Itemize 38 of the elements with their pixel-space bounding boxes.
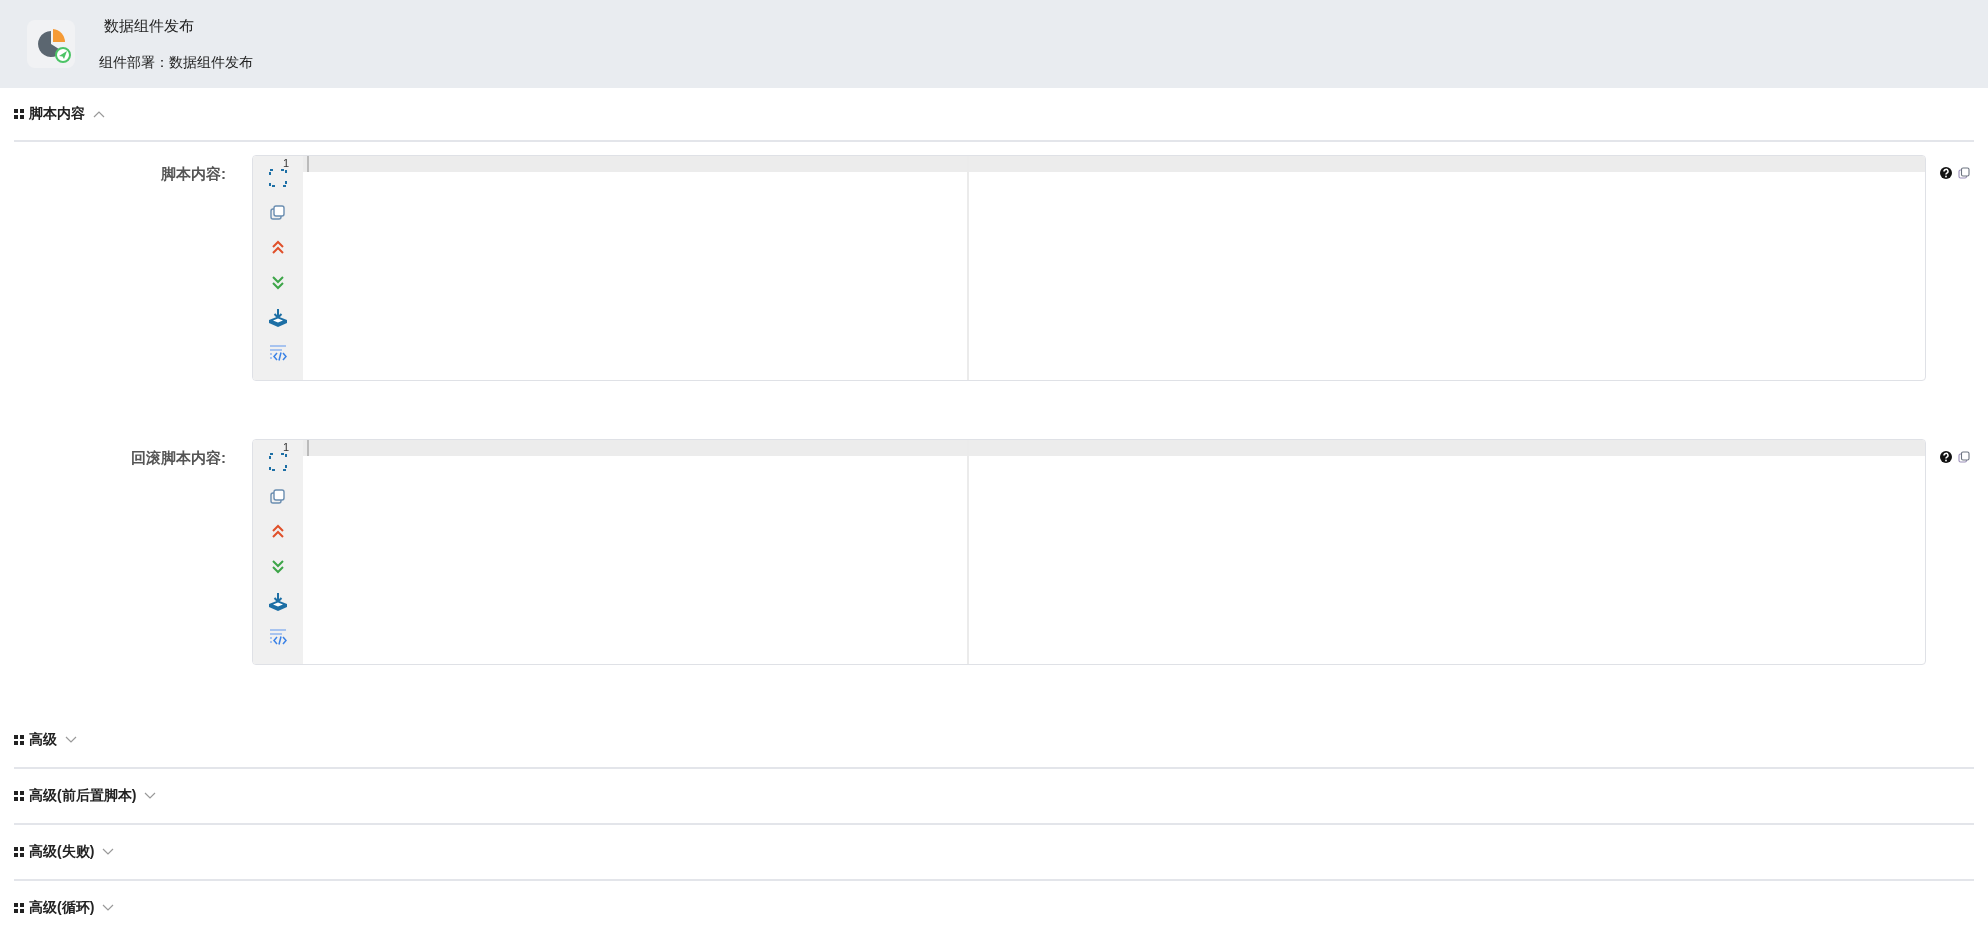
chevron-down-icon[interactable] (65, 736, 77, 744)
section-title[interactable]: 高级(失败) (29, 843, 95, 861)
text-cursor (307, 156, 309, 172)
grid-icon (14, 109, 24, 119)
section-title[interactable]: 高级(循环) (29, 899, 95, 917)
page-subtitle: 组件部署：数据组件发布 (99, 53, 253, 72)
line-number: 1 (282, 156, 289, 170)
field-label: 脚本内容: (160, 164, 227, 184)
format-code-icon[interactable] (268, 627, 288, 647)
chevron-down-icon[interactable] (102, 904, 115, 912)
help-icon[interactable] (1940, 167, 1952, 179)
chevron-down-icon[interactable] (144, 792, 157, 800)
download-icon[interactable] (268, 308, 288, 328)
field-label: 回滚脚本内容: (130, 448, 227, 468)
grid-icon (14, 847, 24, 857)
grid-icon (14, 791, 24, 801)
chevron-down-icon[interactable] (102, 848, 115, 856)
grid-icon (14, 903, 24, 913)
grid-icon (14, 735, 24, 745)
section-title[interactable]: 高级 (29, 731, 57, 749)
page-title: 数据组件发布 (104, 16, 195, 36)
copy-icon[interactable] (1958, 167, 1970, 179)
format-code-icon[interactable] (268, 343, 288, 363)
copy-icon[interactable] (268, 487, 288, 507)
line-number: 1 (282, 440, 289, 454)
section-title[interactable]: 脚本内容 (29, 105, 85, 123)
download-icon[interactable] (268, 592, 288, 612)
code-editor[interactable]: 1 (252, 439, 1926, 665)
fullscreen-icon[interactable] (268, 452, 288, 472)
fullscreen-icon[interactable] (268, 168, 288, 188)
copy-icon[interactable] (268, 203, 288, 223)
section-title[interactable]: 高级(前后置脚本) (29, 787, 137, 805)
code-editor[interactable]: 1 (252, 155, 1926, 381)
chevron-up-icon[interactable] (93, 110, 105, 118)
copy-icon[interactable] (1958, 451, 1970, 463)
help-icon[interactable] (1940, 451, 1952, 463)
pie-chart-icon (27, 20, 75, 68)
text-cursor (307, 440, 309, 456)
